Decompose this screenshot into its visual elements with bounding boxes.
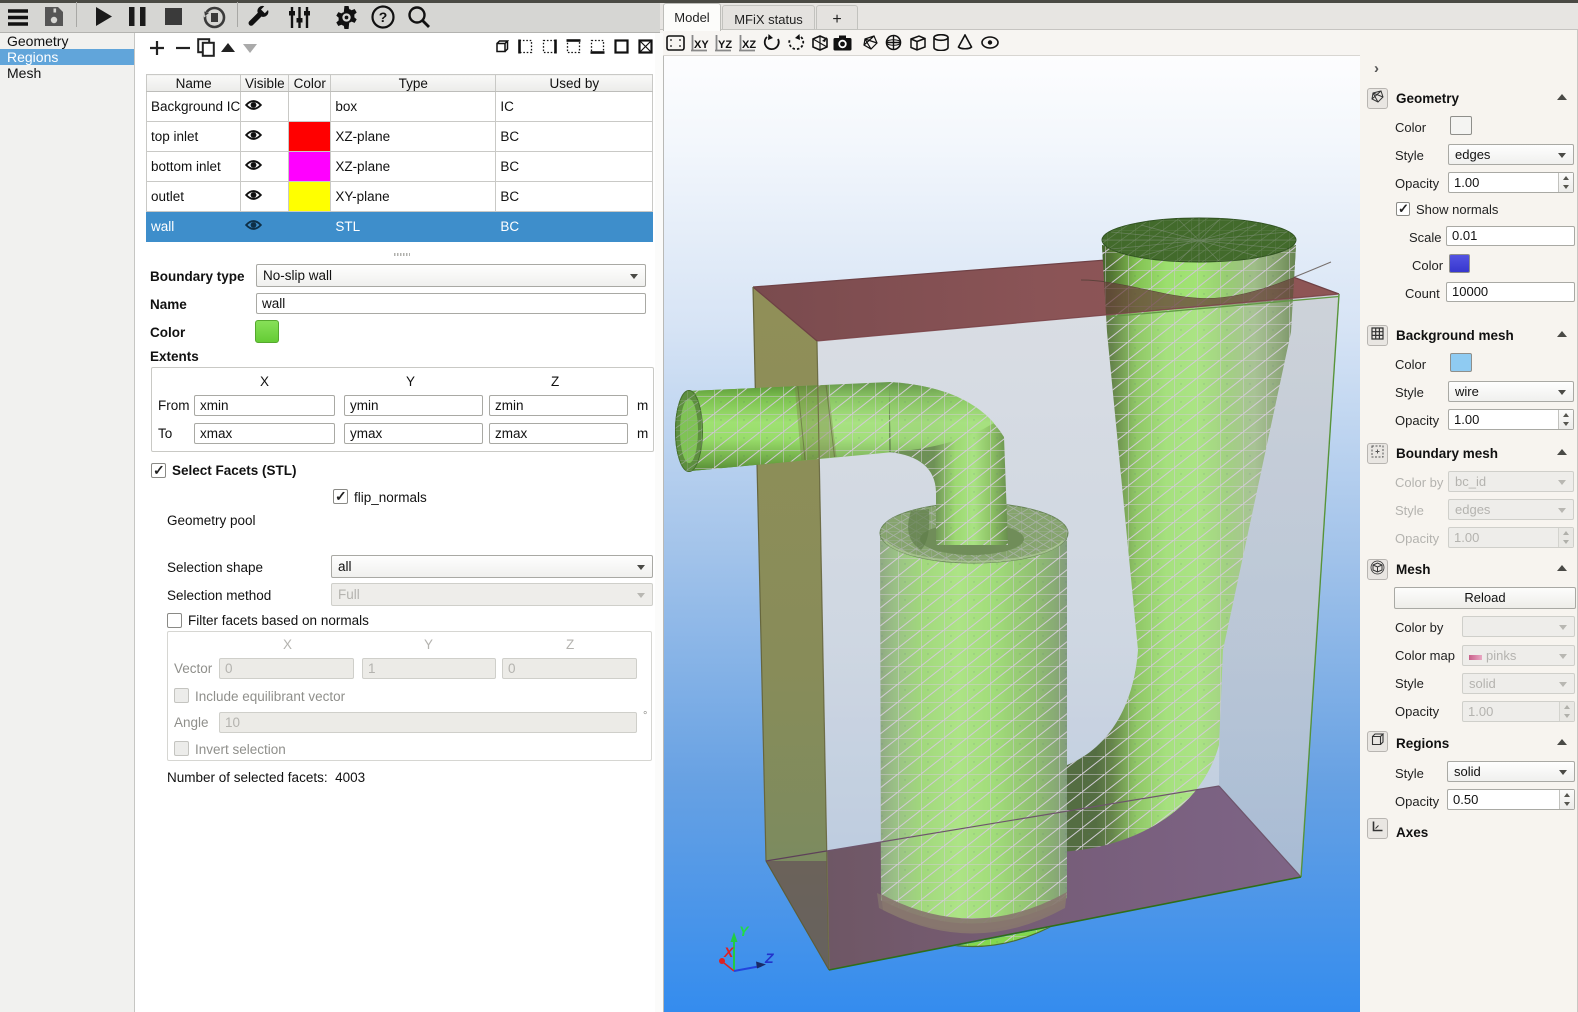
- svg-text:X: X: [723, 944, 735, 960]
- svg-text:?: ?: [379, 9, 388, 25]
- svg-text:XY: XY: [694, 39, 709, 51]
- svg-text:Z: Z: [764, 950, 774, 966]
- svg-text:YZ: YZ: [718, 39, 732, 51]
- svg-text:XZ: XZ: [742, 39, 756, 51]
